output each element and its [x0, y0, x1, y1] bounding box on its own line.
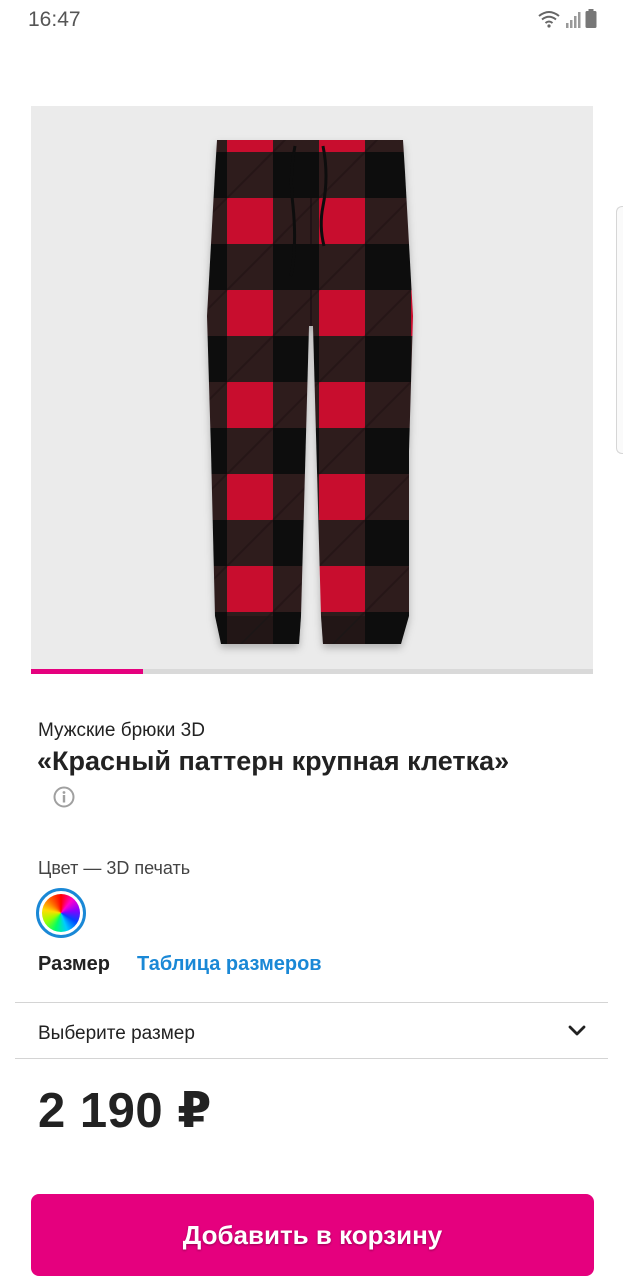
size-label: Размер [38, 953, 111, 975]
divider [15, 1058, 608, 1059]
wifi-icon [538, 11, 560, 28]
color-label: Цвет — 3D печать [38, 858, 191, 878]
size-select[interactable]: Выберите размер [15, 1003, 608, 1059]
product-title: «Красный паттерн крупная клетка» [37, 746, 510, 776]
gallery-progress-bar [31, 669, 144, 674]
color-wheel-icon [42, 894, 80, 932]
info-icon[interactable] [53, 786, 75, 808]
status-icons [537, 8, 597, 28]
battery-icon [585, 9, 597, 28]
product-price: 2 190 ₽ [38, 1084, 212, 1138]
size-table-link[interactable]: Таблица размеров [137, 953, 322, 976]
color-swatch-3d-print[interactable] [36, 888, 86, 938]
status-bar: 16:47 [0, 0, 623, 40]
product-category: Мужские брюки 3D [38, 720, 205, 741]
signal-icon [566, 12, 581, 28]
chevron-down-icon [568, 1025, 586, 1036]
product-gallery[interactable] [31, 106, 593, 674]
size-select-placeholder: Выберите размер [38, 1023, 195, 1044]
add-to-cart-button[interactable]: Добавить в корзину [31, 1194, 594, 1276]
gallery-progress-track [31, 669, 593, 674]
plaid-pants-image [207, 140, 413, 644]
status-time: 16:47 [28, 8, 81, 31]
edge-panel-handle[interactable] [616, 206, 623, 454]
